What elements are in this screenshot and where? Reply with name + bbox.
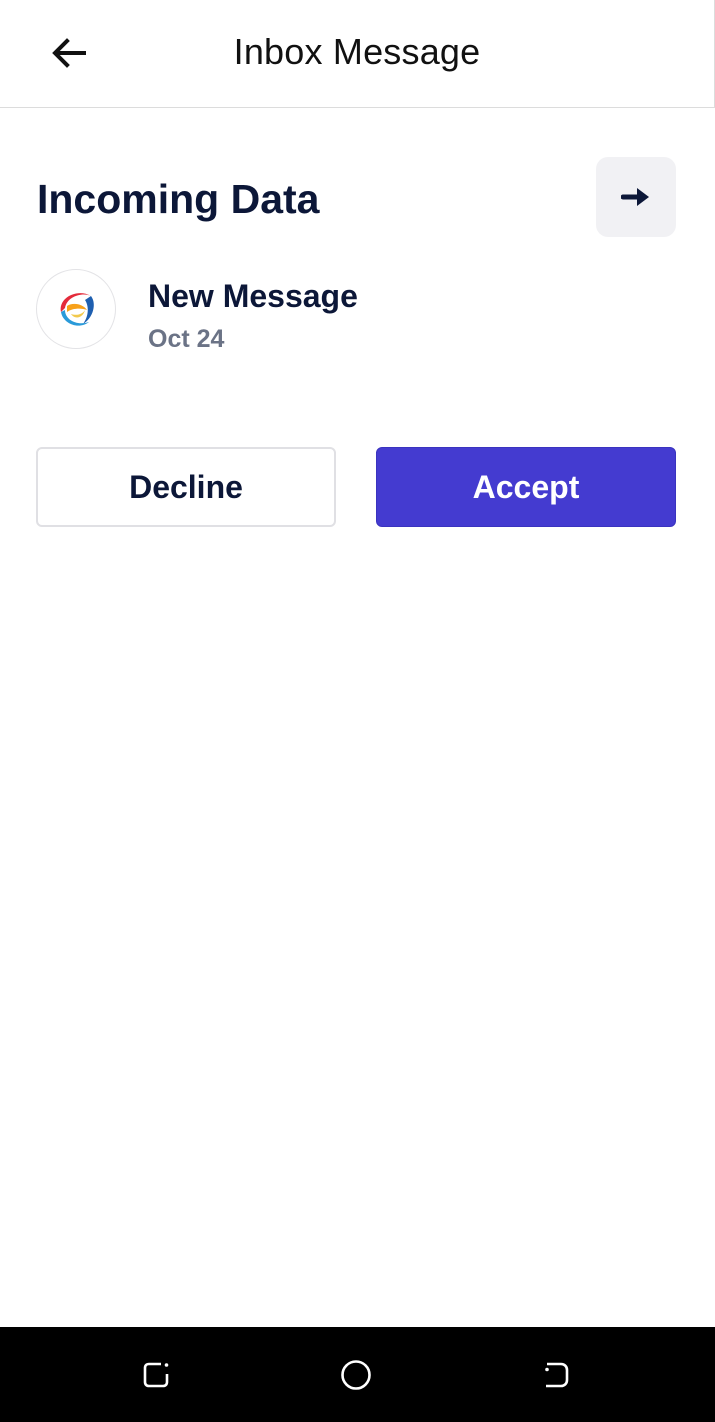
section-title: Incoming Data — [37, 176, 320, 222]
avatar — [36, 269, 116, 349]
accept-button[interactable]: Accept — [376, 447, 676, 527]
home-circle-icon — [341, 1360, 371, 1390]
system-back-button[interactable] — [536, 1355, 576, 1395]
brand-logo-icon — [60, 293, 94, 326]
recents-button[interactable] — [136, 1355, 176, 1395]
home-button[interactable] — [336, 1355, 376, 1395]
page-title: Inbox Message — [233, 31, 481, 72]
arrow-right-icon — [621, 188, 649, 206]
message-title[interactable]: New Message — [148, 278, 358, 315]
message-date: Oct 24 — [148, 325, 225, 353]
app-bar: Inbox Message — [0, 0, 715, 108]
recents-icon — [143, 1362, 169, 1388]
system-nav-bar — [0, 1327, 715, 1422]
decline-button[interactable]: Decline — [36, 447, 336, 527]
forward-button[interactable] — [596, 157, 676, 237]
system-back-icon — [545, 1362, 569, 1388]
